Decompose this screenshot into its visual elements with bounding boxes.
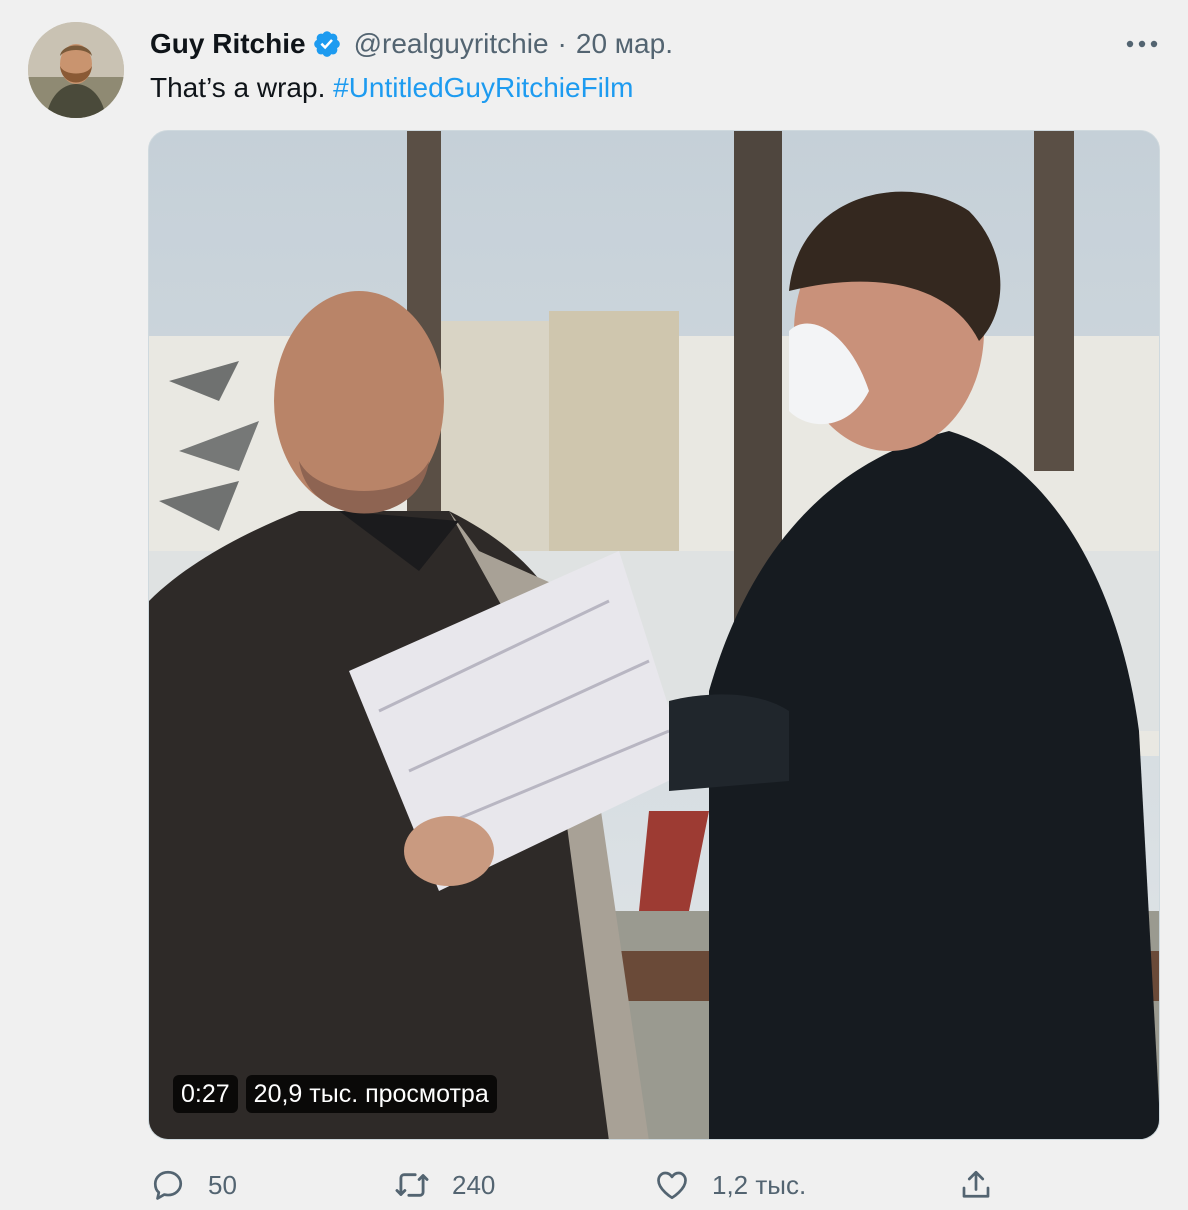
- tweet-text-body: That’s a wrap.: [150, 72, 326, 103]
- share-button[interactable]: [956, 1160, 996, 1210]
- author-name[interactable]: Guy Ritchie: [150, 28, 306, 60]
- share-icon: [956, 1165, 996, 1205]
- avatar-image: [28, 22, 124, 118]
- video-overlay: 0:27 20,9 тыс. просмотра: [173, 1075, 497, 1113]
- reply-icon: [148, 1165, 188, 1205]
- hashtag-link[interactable]: #UntitledGuyRitchieFilm: [333, 72, 633, 103]
- tweet-text: That’s a wrap. #UntitledGuyRitchieFilm: [150, 70, 633, 106]
- tweet-header: Guy Ritchie @realguyritchie · 20 мар.: [150, 26, 673, 62]
- heart-icon: [652, 1165, 692, 1205]
- action-bar: 50 240 1,2 тыс.: [148, 1160, 1008, 1210]
- video-frame: [149, 131, 1159, 1139]
- video-views: 20,9 тыс. просмотра: [245, 1075, 497, 1113]
- like-button[interactable]: 1,2 тыс.: [652, 1160, 806, 1210]
- tweet-date[interactable]: 20 мар.: [576, 28, 673, 60]
- retweet-count: 240: [452, 1169, 496, 1200]
- retweet-button[interactable]: 240: [392, 1160, 495, 1210]
- author-handle[interactable]: @realguyritchie: [354, 28, 549, 60]
- header-separator: ·: [557, 28, 567, 59]
- video-player[interactable]: 0:27 20,9 тыс. просмотра: [148, 130, 1160, 1140]
- retweet-icon: [392, 1165, 432, 1205]
- avatar[interactable]: [28, 22, 124, 118]
- reply-count: 50: [208, 1169, 237, 1200]
- video-duration: 0:27: [173, 1075, 238, 1113]
- verified-badge-icon: [312, 29, 342, 59]
- reply-button[interactable]: 50: [148, 1160, 237, 1210]
- more-dots-icon[interactable]: [1124, 30, 1160, 58]
- tweet[interactable]: Guy Ritchie @realguyritchie · 20 мар. Th…: [0, 0, 1188, 1210]
- like-count: 1,2 тыс.: [712, 1169, 807, 1200]
